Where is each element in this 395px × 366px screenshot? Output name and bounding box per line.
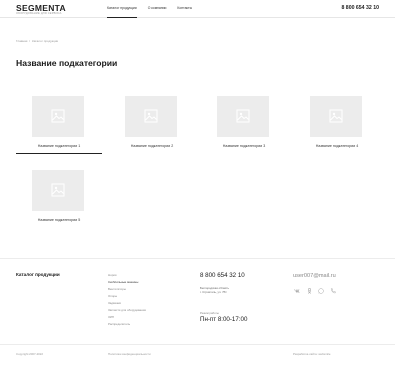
footer-link[interactable]: Вентиляторы (108, 286, 146, 293)
subcategory-card[interactable]: Название подкатегории 5 (16, 170, 102, 230)
image-placeholder-icon (51, 109, 65, 123)
nav-item-about[interactable]: О компании (148, 0, 173, 18)
image-placeholder-icon (144, 109, 158, 123)
breadcrumb: Главная / Каталог продукции (16, 39, 58, 43)
subcategory-image-placeholder (310, 96, 362, 137)
site-header: SEGMENTA ОБОРУДОВАНИЕ ДЛЯ СЕРВИСА Катало… (0, 0, 395, 18)
nav-item-contacts[interactable]: Контакты (177, 0, 198, 18)
footer-phone[interactable]: 8 800 654 32 10 (200, 272, 245, 279)
privacy-policy-link[interactable]: Политика конфиденциальности (108, 352, 151, 356)
social-links (293, 287, 341, 295)
footer-link[interactable]: Скоблильные машины (108, 279, 146, 286)
breadcrumb-home[interactable]: Главная (16, 39, 27, 43)
active-card-underline (16, 153, 102, 154)
subcategory-card[interactable]: Название подкатегории 3 (201, 96, 287, 156)
footer-link[interactable]: Опоры (108, 293, 146, 300)
footer-link[interactable]: Запчасти для оборудования (108, 307, 146, 314)
footer-link[interactable]: Нория (108, 272, 146, 279)
subcategory-image-placeholder (32, 96, 84, 137)
developer-credit[interactable]: Разработка сайта: websmile (293, 352, 330, 356)
site-logo[interactable]: SEGMENTA ОБОРУДОВАНИЕ ДЛЯ СЕРВИСА (16, 4, 66, 16)
subcategory-label: Название подкатегории 5 (37, 218, 81, 222)
subcategory-label: Название подкатегории 4 (315, 144, 359, 148)
nav-item-catalog[interactable]: Каталог продукции (107, 0, 143, 18)
main-nav: Каталог продукции О компании Контакты (107, 0, 203, 18)
breadcrumb-separator: / (29, 39, 31, 43)
subcategory-label: Название подкатегории 3 (222, 144, 266, 148)
footer-address: Белгородская область г. Строитель, ул. 7… (200, 286, 229, 294)
address-line: г. Строитель, ул. 7Ю (200, 290, 227, 294)
subcategory-image-placeholder (125, 96, 177, 137)
breadcrumb-current: Каталог продукции (31, 39, 59, 43)
footer-divider-top (0, 258, 395, 259)
copyright: Copyright 2007-2022 (16, 352, 43, 356)
working-hours: Пн-пт 8:00-17:00 (200, 316, 248, 323)
subcategory-image-placeholder (32, 170, 84, 211)
subcategory-card[interactable]: Название подкатегории 2 (109, 96, 195, 156)
footer-catalog-links: Нория Скоблильные машины Вентиляторы Опо… (108, 272, 146, 328)
subcategory-label: Название подкатегории 2 (130, 144, 174, 148)
subcategory-label: Название подкатегории 1 (37, 144, 81, 148)
vk-icon[interactable] (293, 287, 301, 295)
footer-divider-bottom (0, 344, 395, 345)
footer-link[interactable]: Задвижки (108, 300, 146, 307)
header-phone[interactable]: 8 800 654 32 10 (341, 5, 379, 11)
logo-text: SEGMENTA (16, 3, 66, 13)
footer-link[interactable]: ЗИП (108, 314, 146, 321)
image-placeholder-icon (236, 109, 250, 123)
image-placeholder-icon (329, 109, 343, 123)
footer-link[interactable]: Распределитель (108, 321, 146, 328)
subcategory-image-placeholder (217, 96, 269, 137)
subcategory-card[interactable]: Название подкатегории 1 (16, 96, 102, 156)
subcategory-card[interactable]: Название подкатегории 4 (294, 96, 380, 156)
hours-label: Режим работы (200, 311, 219, 315)
whatsapp-icon[interactable] (317, 287, 325, 295)
footer-email[interactable]: user007@mail.ru (293, 273, 336, 279)
image-placeholder-icon (51, 183, 65, 197)
viber-icon[interactable] (329, 287, 337, 295)
logo-tagline: ОБОРУДОВАНИЕ ДЛЯ СЕРВИСА (16, 12, 62, 15)
footer-catalog-title[interactable]: Каталог продукции (16, 272, 60, 277)
ok-icon[interactable] (305, 287, 313, 295)
page-title: Название подкатегории (16, 58, 118, 68)
